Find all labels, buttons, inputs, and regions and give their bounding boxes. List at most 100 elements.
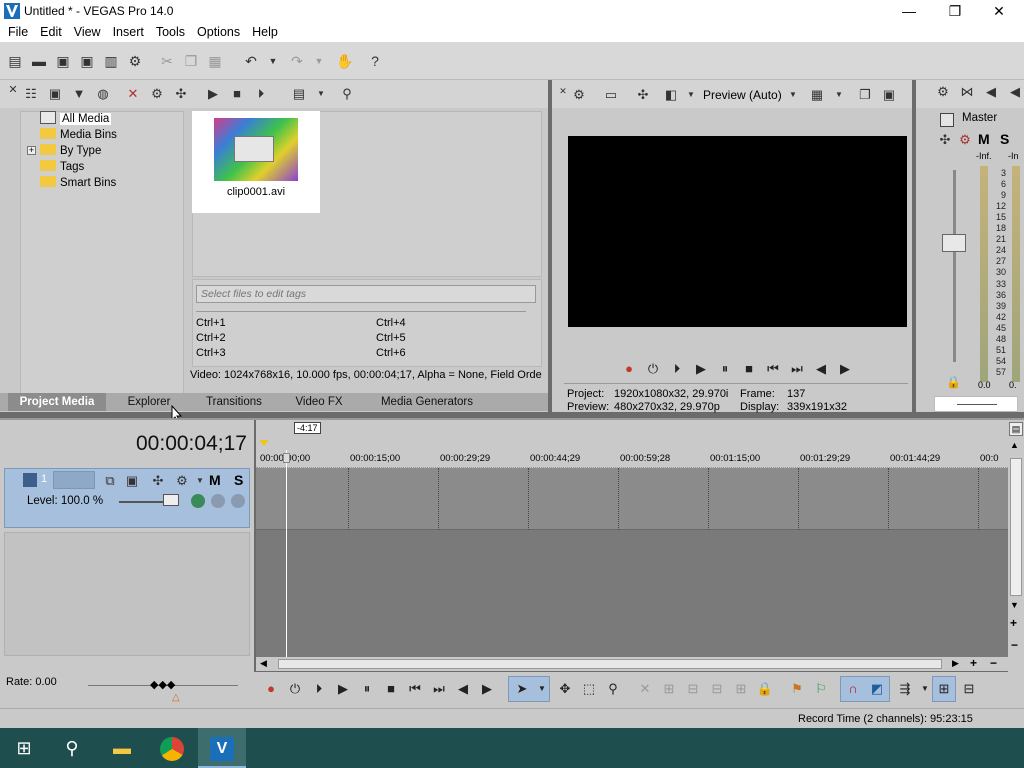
split-icon[interactable]: ⊞ [732,680,750,698]
speaker-right-icon[interactable]: ◀ [1006,83,1024,101]
media-tags-icon[interactable]: ☷ [22,85,40,103]
tab-video-fx[interactable]: Video FX [278,393,360,411]
playhead-flag-icon[interactable] [259,440,269,446]
horizontal-scrollbar[interactable]: ◀ ▶ + − [256,656,1008,671]
stop-icon[interactable]: ■ [382,680,400,698]
paste-icon[interactable]: ▦ [206,52,224,70]
copy-icon[interactable]: ❐ [182,52,200,70]
lock-icon[interactable]: 🔒 [756,680,774,698]
shortcut-ctrl1[interactable]: Ctrl+1 [196,317,226,329]
time-ruler[interactable]: 00:00:00;00 00:00:15;00 00:00:29;29 00:0… [256,448,1008,468]
mixer-properties-gear-icon[interactable]: ⚙ [934,83,952,101]
marker-flag-icon[interactable]: ▤ [1009,422,1023,436]
master-fader-handle[interactable] [942,234,966,252]
split-screen-icon[interactable]: ◧ [662,86,680,104]
menu-options[interactable]: Options [191,22,246,39]
zoom-out-height-icon[interactable]: − [1011,638,1018,652]
media-clip-tile[interactable]: clip0001.avi [192,111,320,213]
master-solo-button[interactable]: S [1000,131,1009,147]
menu-insert[interactable]: Insert [107,22,150,39]
redo-icon[interactable]: ↷ [288,52,306,70]
stop-icon[interactable]: ■ [740,360,758,378]
zoom-out-time-icon[interactable]: − [990,656,997,670]
tree-item-by-type[interactable]: By Type [40,143,101,159]
insert-marker-icon[interactable]: ⚑ [788,680,806,698]
compositing-mode-icon[interactable]: ✣ [149,472,167,490]
go-to-end-icon[interactable]: ⏭ [430,680,448,698]
copy-snapshot-icon[interactable]: ❐ [856,86,874,104]
timecode-display[interactable]: 00:00:04;17 [136,432,247,456]
stop-preview-icon[interactable]: ■ [228,85,246,103]
auto-crossfade-icon[interactable]: ◩ [868,680,886,698]
capture-video-icon[interactable]: ▼ [70,85,88,103]
menu-file[interactable]: File [0,22,34,39]
loop-playback-icon[interactable]: ⏻ [286,680,304,698]
properties-gear-icon[interactable]: ⚙ [126,52,144,70]
insert-region-icon[interactable]: ⚐ [812,680,830,698]
video-track-lane[interactable] [256,468,1008,530]
play-from-start-icon[interactable]: ⏵ [668,360,686,378]
track-fx-icon[interactable]: ▣ [123,472,141,490]
go-to-start-icon[interactable]: ⏮ [406,680,424,698]
shortcut-ctrl5[interactable]: Ctrl+5 [376,332,406,344]
split-screen-dropdown-icon[interactable]: ▼ [682,86,700,104]
child-composite-icon[interactable] [211,494,225,508]
search-media-icon[interactable]: ⚲ [338,85,356,103]
tree-item-media-bins[interactable]: Media Bins [40,127,117,143]
mask-icon[interactable] [231,494,245,508]
track-solo-button[interactable]: S [234,472,243,488]
loop-playback-icon[interactable]: ⏻ [644,360,662,378]
play-from-start-icon[interactable]: ⏵ [310,680,328,698]
track-gear-icon[interactable]: ⚙ [173,472,191,490]
h-scroll-thumb[interactable] [278,659,942,669]
minimize-button[interactable]: — [886,0,932,22]
overlays-dropdown-icon[interactable]: ▼ [830,86,848,104]
pause-icon[interactable]: ⏸ [358,680,376,698]
shortcut-ctrl2[interactable]: Ctrl+2 [196,332,226,344]
video-track-header[interactable]: 1 ⧉ ▣ ✣ ⚙ ▼ M S Level: 100.0 % [4,468,250,528]
rate-slider-handle[interactable]: ◆◆◆ [150,678,175,691]
record-icon[interactable]: ● [262,680,280,698]
preview-properties-gear-icon[interactable]: ⚙ [570,86,588,104]
pause-icon[interactable]: ⏸ [716,360,734,378]
start-button-windows-icon[interactable]: ⊞ [0,728,48,768]
chrome-icon[interactable] [148,728,196,768]
speaker-icon[interactable]: ◀ [982,83,1000,101]
lock-envelopes-toggle[interactable]: ⊞ [932,676,956,702]
playhead-cursor[interactable] [286,450,287,660]
import-media-icon[interactable]: ▣ [46,85,64,103]
normal-edit-tool[interactable]: ➤ ▼ [508,676,550,702]
trim-start-icon[interactable]: ⊟ [684,680,702,698]
tree-expand-icon[interactable]: + [27,146,36,155]
open-icon[interactable]: ▬ [30,52,48,70]
tree-item-tags[interactable]: Tags [40,159,84,175]
playhead-handle[interactable] [283,453,290,463]
go-to-start-icon[interactable]: ⏮ [764,360,782,378]
track-mute-button[interactable]: M [209,472,221,488]
play-icon[interactable]: ▶ [692,360,710,378]
zoom-tool-icon[interactable]: ⚲ [604,680,622,698]
remove-media-icon[interactable]: ✕ [124,85,142,103]
scroll-thumb[interactable] [1010,458,1022,596]
trim-icon[interactable]: ⊞ [660,680,678,698]
downmix-icon[interactable]: ⋈ [958,83,976,101]
next-frame-icon[interactable]: ▶ [478,680,496,698]
scroll-right-icon[interactable]: ▶ [952,658,959,669]
auto-preview-icon[interactable]: ⏵ [252,85,270,103]
external-monitor-icon[interactable]: ▭ [602,86,620,104]
undo-icon[interactable]: ↶ [242,52,260,70]
views-dropdown-icon[interactable]: ▼ [312,85,330,103]
tags-input[interactable] [196,285,536,303]
edit-tool-icon[interactable]: ✋ [336,52,354,70]
new-project-icon[interactable]: ▤ [6,52,24,70]
envelope-tool-icon[interactable]: ✥ [556,680,574,698]
record-icon[interactable]: ● [620,360,638,378]
search-icon[interactable]: ⚲ [48,728,96,768]
previous-frame-icon[interactable]: ◀ [454,680,472,698]
save-as-icon[interactable]: ▣ [78,52,96,70]
master-fx-gear-icon[interactable]: ⚙ [956,131,974,149]
previous-frame-icon[interactable]: ◀ [812,360,830,378]
zoom-in-time-icon[interactable]: + [970,656,977,670]
maximize-button[interactable]: ❐ [932,0,978,22]
menu-edit[interactable]: Edit [34,22,68,39]
